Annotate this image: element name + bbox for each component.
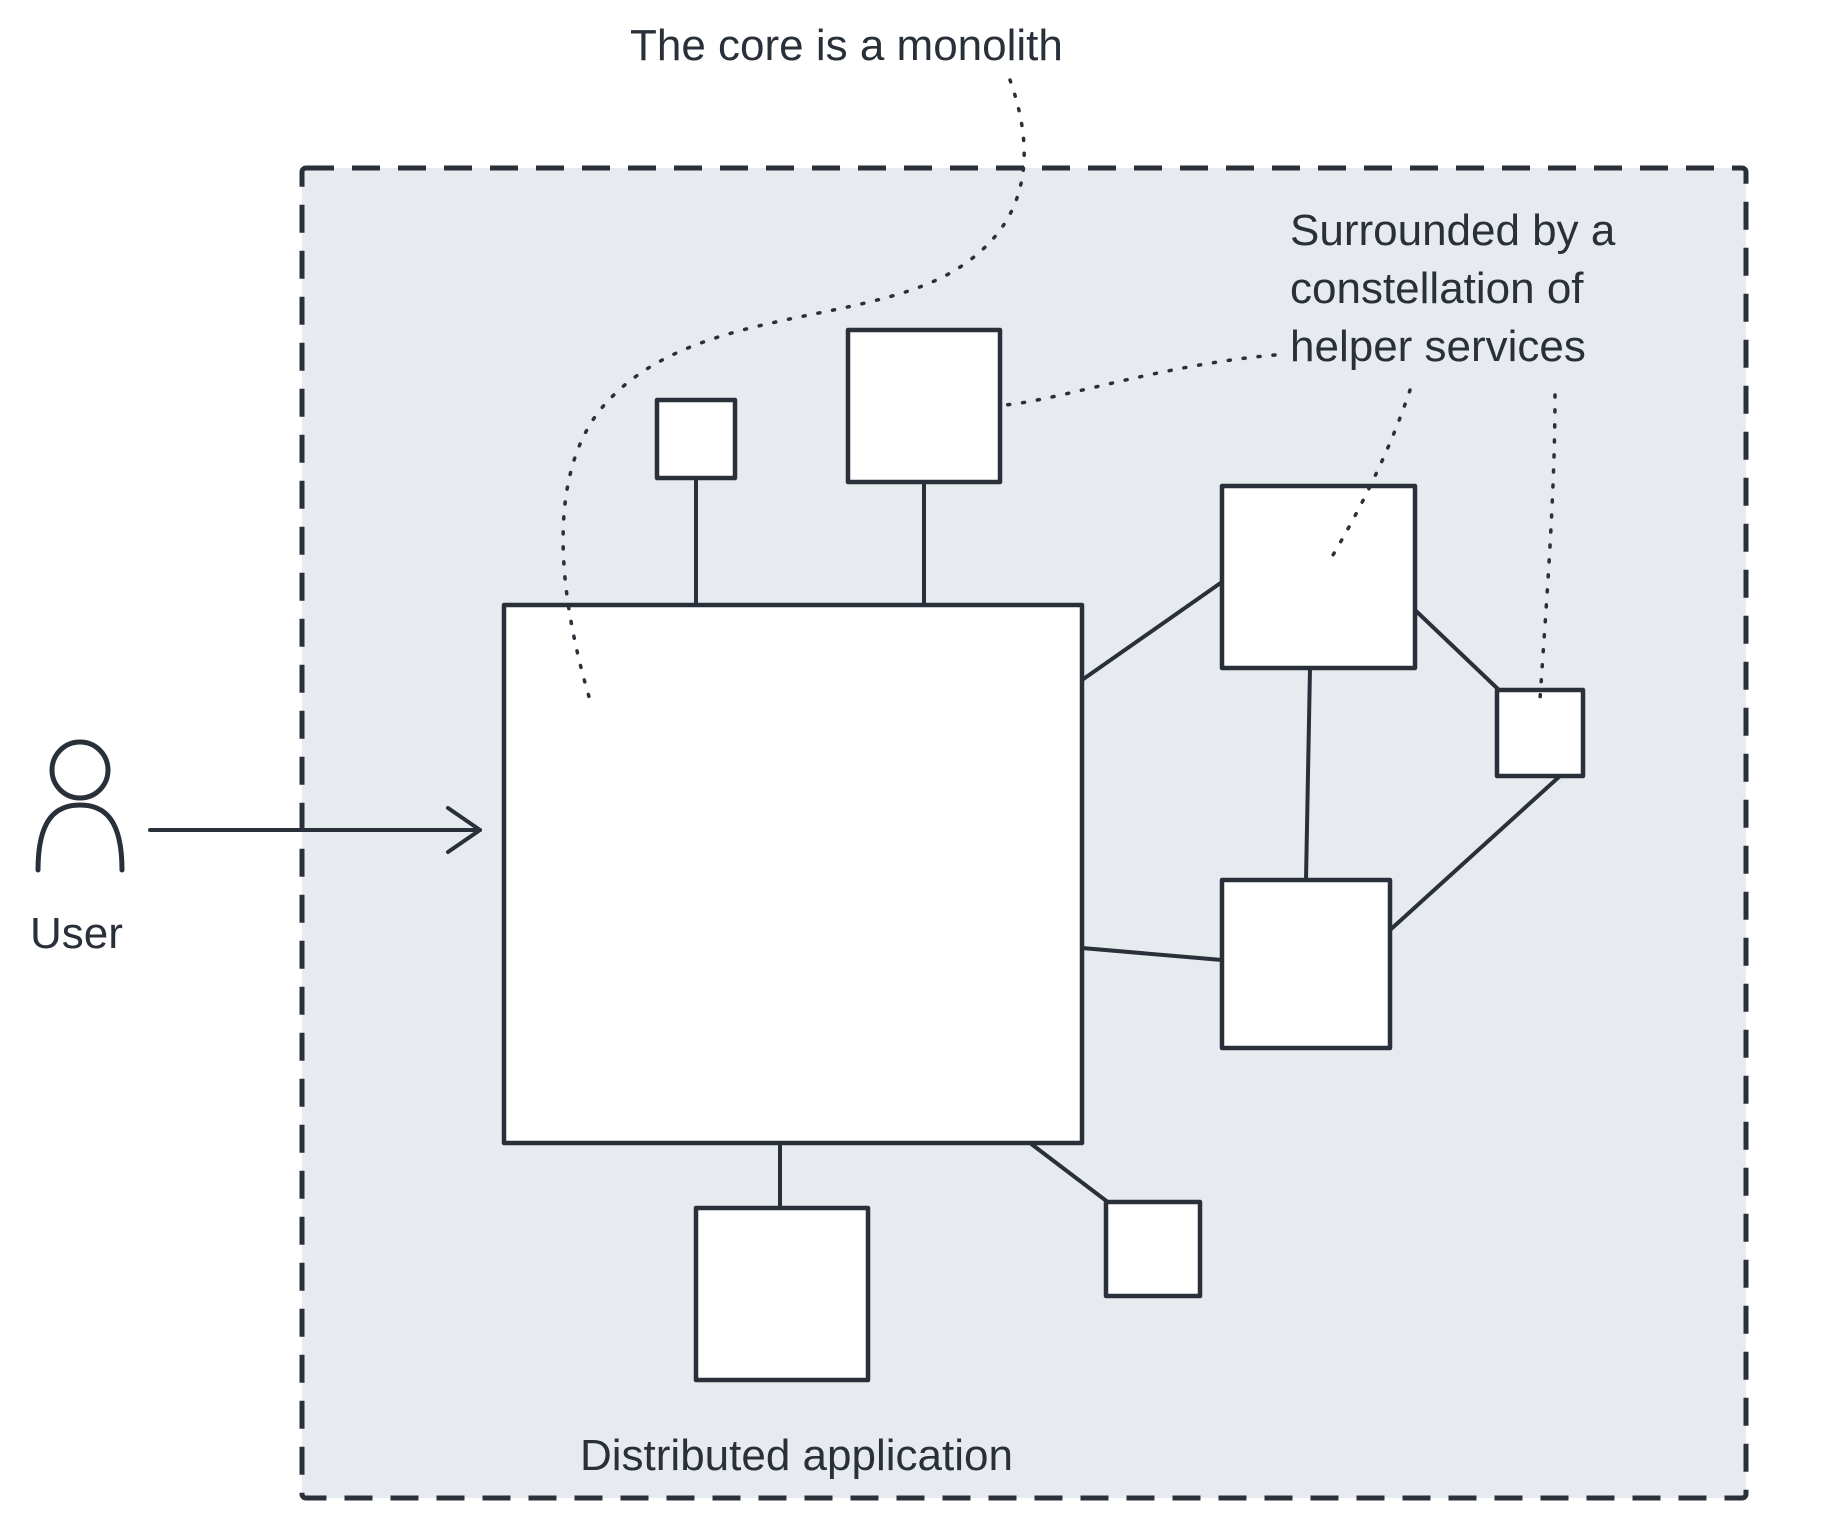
helper-service-2	[848, 330, 1000, 482]
user-label: User	[30, 909, 123, 958]
helper-service-3	[1222, 486, 1415, 668]
monolith-core	[504, 605, 1082, 1143]
helper-annotation-line3: helper services	[1290, 322, 1586, 371]
helper-service-1	[657, 400, 735, 478]
helper-service-7	[1106, 1202, 1200, 1296]
title-annotation: The core is a monolith	[630, 21, 1063, 70]
container-label: Distributed application	[580, 1431, 1013, 1480]
architecture-diagram: The core is a monolith Surrounded by a c…	[0, 0, 1827, 1515]
user-icon	[38, 742, 122, 870]
helper-service-5	[1497, 690, 1583, 776]
helper-annotation-line1: Surrounded by a	[1290, 206, 1616, 255]
helper-annotation-line2: constellation of	[1290, 264, 1584, 313]
helper-service-6	[696, 1208, 868, 1380]
helper-service-4	[1222, 880, 1390, 1048]
